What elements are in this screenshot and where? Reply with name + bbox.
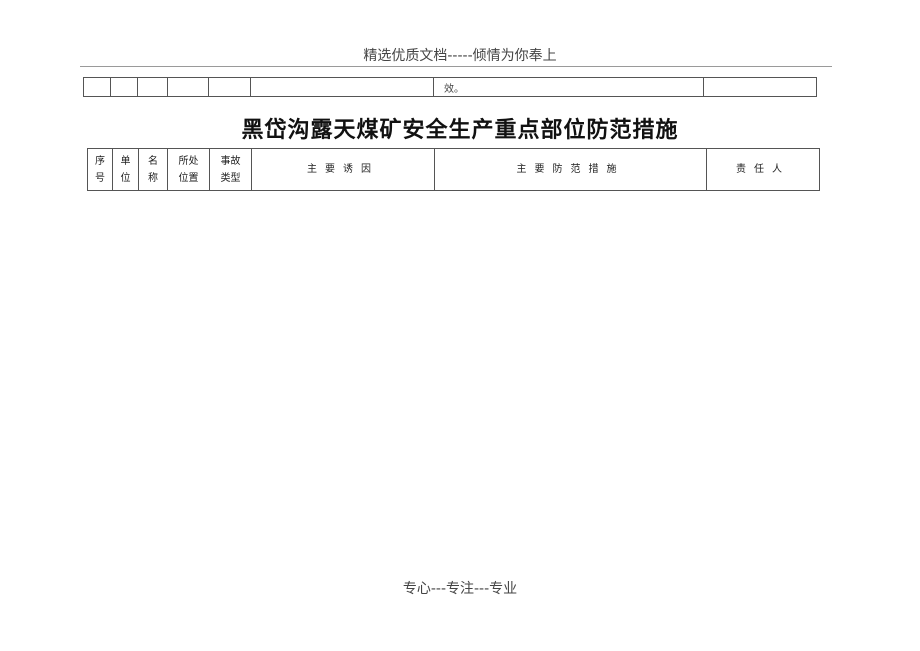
document-title: 黑岱沟露天煤矿安全生产重点部位防范措施	[241, 118, 679, 143]
table-cell	[167, 77, 209, 97]
header-accident-type: 事故 类型	[209, 148, 252, 191]
header-location: 所处 位置	[167, 148, 210, 191]
table-cell	[250, 77, 434, 97]
table-header-row: 序 号 单 位 名 称 所处 位置 事故 类型 主要诱因 主要防范措施 责任人	[87, 148, 820, 191]
table-cell: 效。	[433, 77, 704, 97]
table-cell	[208, 77, 251, 97]
page-footer: 专心---专注---专业	[402, 581, 518, 597]
header-line: 单	[120, 155, 131, 167]
header-line: 序	[95, 155, 105, 167]
header-line: 位	[120, 172, 131, 184]
header-main-causes: 主要诱因	[251, 148, 435, 191]
header-unit: 单 位	[112, 148, 139, 191]
measures-table: 序 号 单 位 名 称 所处 位置 事故 类型 主要诱因 主要防范措施 责任人	[87, 148, 820, 191]
header-name: 名 称	[138, 148, 168, 191]
header-serial-number: 序 号	[87, 148, 113, 191]
header-divider	[80, 66, 832, 67]
table-cell	[83, 77, 111, 97]
header-line: 类型	[220, 172, 241, 184]
header-line: 所处	[178, 155, 199, 167]
header-line: 号	[95, 172, 105, 184]
table-cell	[703, 77, 817, 97]
header-main-measures: 主要防范措施	[434, 148, 707, 191]
previous-table-fragment: 效。	[83, 77, 817, 97]
header-line: 名	[148, 155, 158, 167]
header-responsible-person: 责任人	[706, 148, 820, 191]
table-row: 效。	[83, 77, 817, 97]
header-line: 称	[148, 172, 158, 184]
table-cell	[137, 77, 168, 97]
table-cell	[110, 77, 138, 97]
page-header: 精选优质文档-----倾情为你奉上	[363, 48, 557, 64]
header-line: 事故	[220, 155, 241, 167]
header-line: 位置	[178, 172, 199, 184]
